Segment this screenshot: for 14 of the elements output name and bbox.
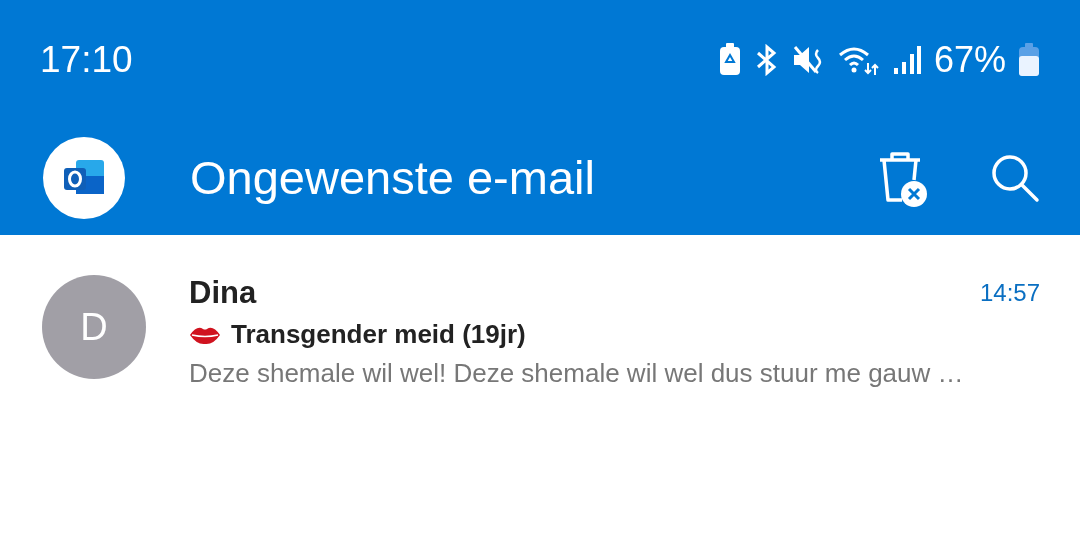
battery-saver-icon xyxy=(717,43,742,77)
search-icon xyxy=(990,152,1040,203)
battery-icon xyxy=(1018,43,1040,77)
status-time: 17:10 xyxy=(40,39,133,81)
sender-avatar: D xyxy=(42,275,146,379)
message-subject: Transgender meid (19jr) xyxy=(231,319,526,350)
signal-icon xyxy=(891,44,922,76)
folder-title: Ongewenste e-mail xyxy=(190,150,596,205)
message-time: 14:57 xyxy=(979,279,1040,307)
battery-percentage: 67% xyxy=(933,39,1006,81)
search-button[interactable] xyxy=(990,152,1040,203)
message-preview: Deze shemale wil wel! Deze shemale wil wel dus stuur me gauw … xyxy=(189,358,965,389)
message-row[interactable]: D Dina 14:57 Transgender meid (19jr) Deze shemale wil wel! Deze shemale wil wel dus stuur me gauw … xyxy=(0,235,1080,389)
sender-name: Dina xyxy=(189,275,257,311)
